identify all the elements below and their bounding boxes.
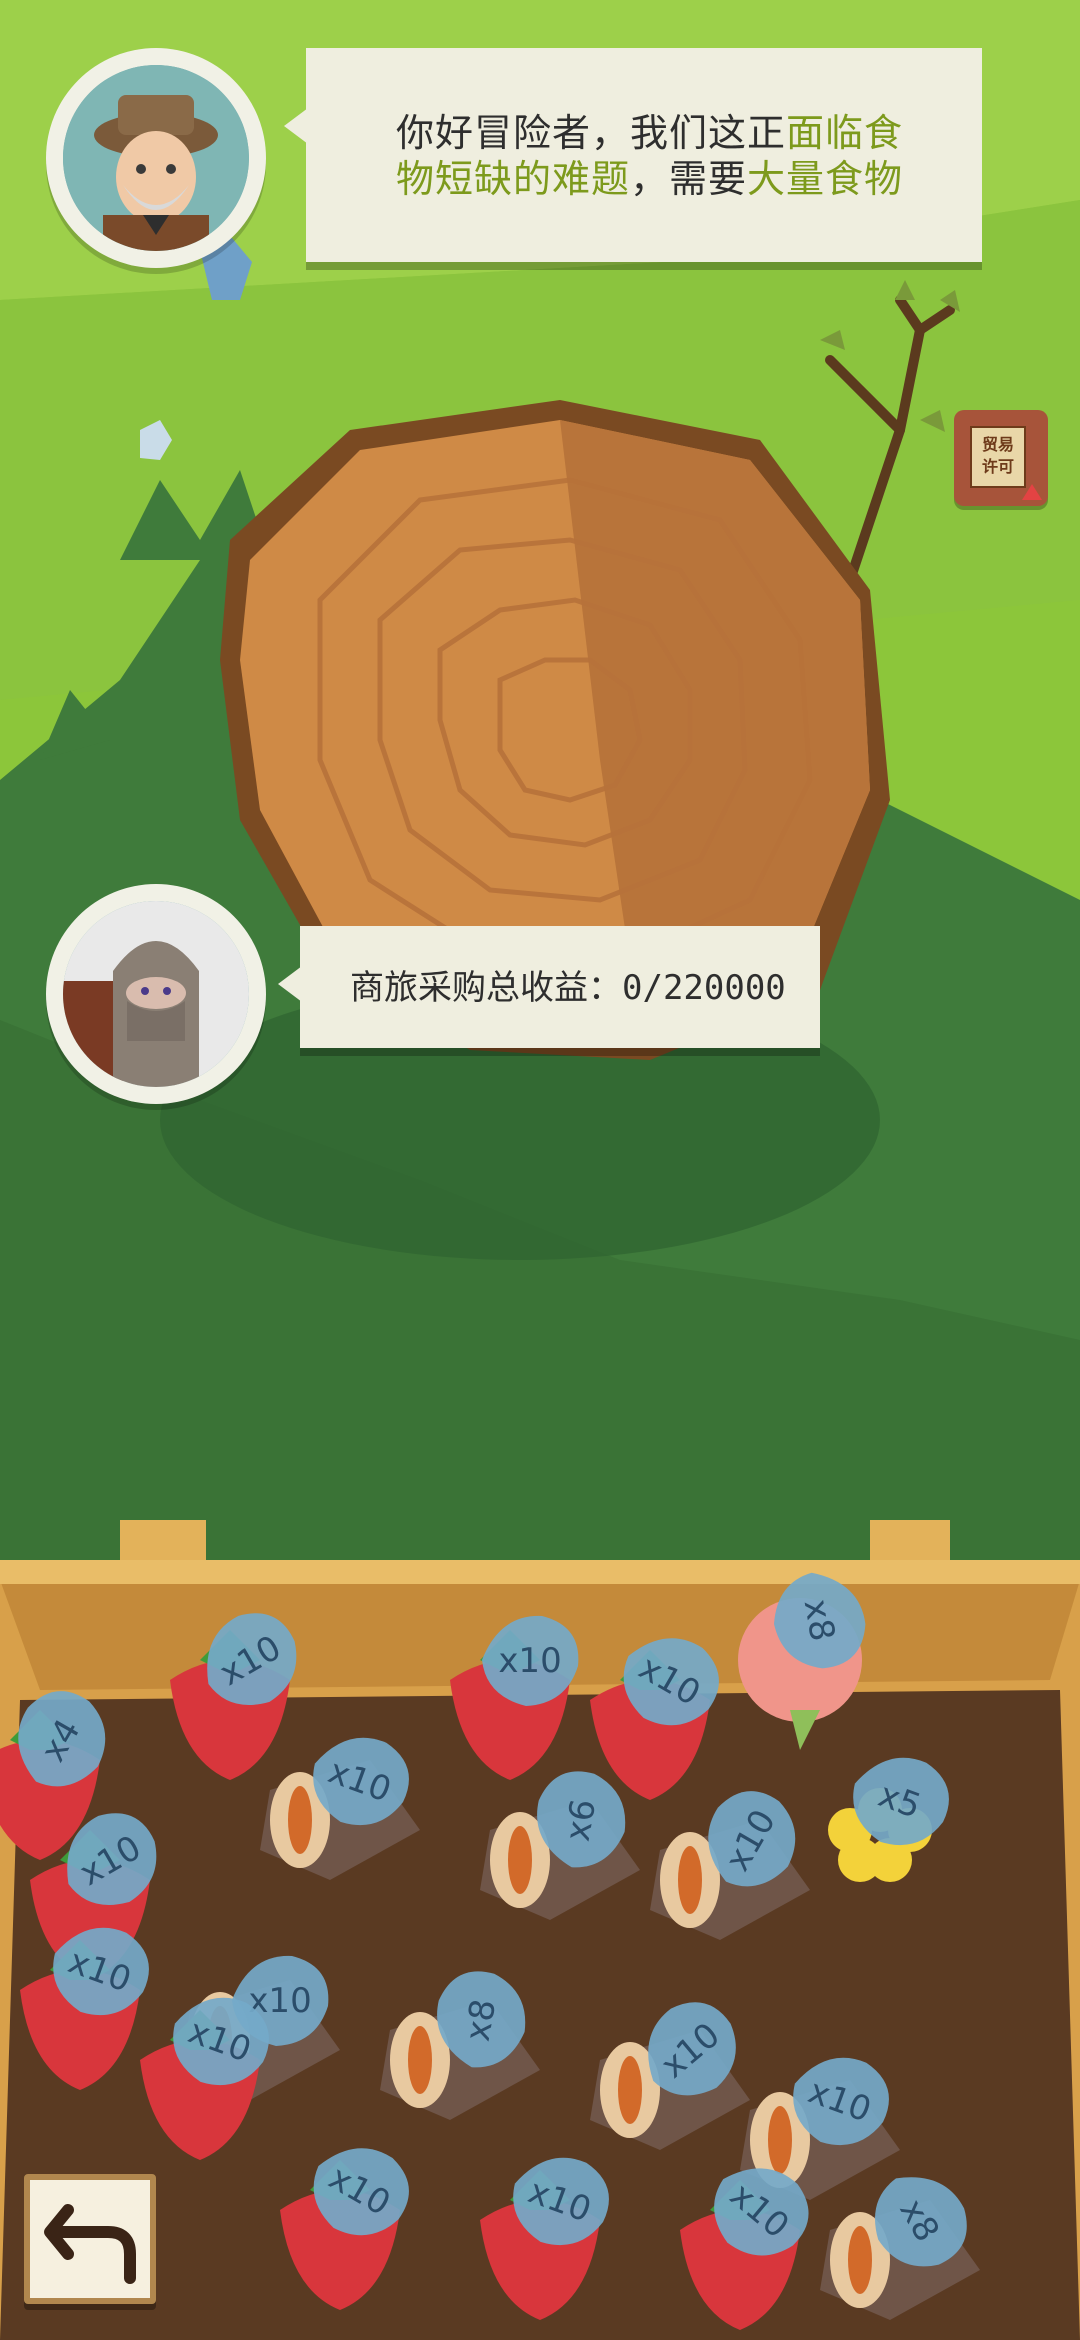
flower-item[interactable]: x5 [828, 1742, 961, 1882]
strawberry-item[interactable]: x10 [170, 1598, 315, 1780]
quantity-label: x8 [458, 1996, 505, 2044]
trade-permit-scroll: 贸易 许可 [970, 426, 1026, 488]
quantity-label: x6 [558, 1796, 605, 1844]
trade-permit-label-2: 许可 [981, 457, 1014, 476]
dialog-text: 你好冒险者，我们这正面临食 物短缺的难题，需要大量食物 [396, 111, 904, 201]
strawberry-item[interactable]: x10 [450, 1615, 579, 1780]
meat-roll-item[interactable]: x6 [480, 1765, 640, 1920]
peach-item[interactable]: x8 [738, 1565, 872, 1750]
quantity-label: x8 [796, 1596, 843, 1644]
quantity-label: x10 [498, 1641, 561, 1681]
caravan-revenue-text: 商旅采购总收益：0/220000 [350, 968, 786, 1008]
npc-elder-portrait[interactable] [46, 48, 266, 268]
strawberry-item[interactable]: x10 [480, 2142, 621, 2320]
meat-roll-item[interactable]: x8 [380, 1965, 540, 2120]
meat-roll-item[interactable]: x10 [590, 1985, 757, 2150]
meat-roll-item[interactable]: x8 [820, 2156, 982, 2320]
strawberry-item[interactable]: x10 [590, 1618, 734, 1800]
hooded-merchant-avatar [63, 901, 249, 1087]
back-button[interactable] [24, 2174, 156, 2304]
back-arrow-icon [44, 2204, 136, 2284]
food-items-layer: x10 x10 x10x8x4x10x6 x10x5x10x10x10 x8 x10x10… [0, 1565, 982, 2330]
upgrade-arrow-icon [1022, 484, 1042, 500]
trade-permit-button[interactable]: 贸易 许可 [954, 410, 1048, 506]
strawberry-item[interactable]: x10 [280, 2128, 424, 2310]
npc-dialog-bubble: 你好冒险者，我们这正面临食 物短缺的难题，需要大量食物 [284, 48, 982, 262]
revenue-bubble: 商旅采购总收益：0/220000 [278, 926, 820, 1048]
trade-permit-label-1: 贸易 [981, 435, 1014, 454]
merchant-portrait[interactable] [46, 884, 266, 1104]
old-man-avatar [63, 65, 249, 251]
meat-roll-item[interactable]: x10 [260, 1722, 421, 1880]
meat-roll-item[interactable]: x10 [650, 1776, 814, 1940]
strawberry-item[interactable]: x10 [20, 1912, 161, 2090]
